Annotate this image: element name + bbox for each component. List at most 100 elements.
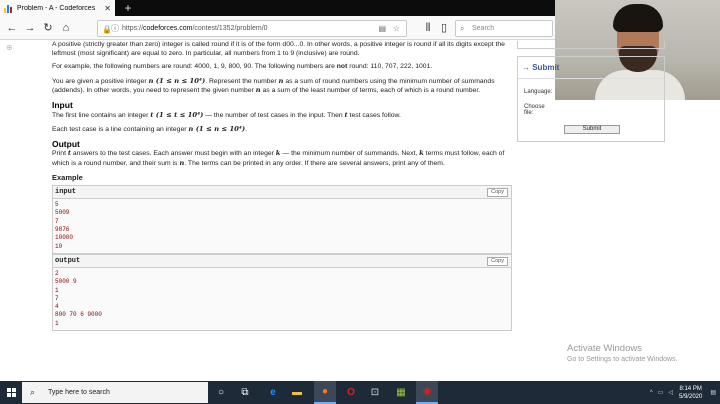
output-line: 5000 9 [55,278,77,286]
windows-start-icon[interactable] [0,381,22,404]
info-icon[interactable]: ⓘ [111,21,119,36]
input-paragraph-1: The first line contains an integer t (1 … [52,111,512,121]
text: . [245,126,247,134]
store-icon[interactable]: ⊡ [364,381,386,404]
math: n (1 ≤ n ≤ 10⁴) [188,125,246,134]
windows-taskbar: ⌕ Type here to search ○ ⧉ e ▬ ● O ⊡ ▦ ◉ … [0,381,720,404]
notifications-icon[interactable]: ▤ [710,389,716,396]
navigation-bar: ← → ↻ ⌂ ⓘ 🔒 https://codeforces.com/conte… [0,16,555,40]
text: answers to the test cases. Each answer m… [71,150,276,158]
taskbar-search-input[interactable]: ⌕ Type here to search [22,382,208,403]
home-icon[interactable]: ⌂ [58,20,74,36]
search-icon: ⌕ [30,387,36,397]
close-tab-icon[interactable]: ✕ [104,4,111,13]
clock-date: 5/9/2020 [678,393,703,400]
text: . The terms can be printed in any order.… [184,159,445,167]
url-domain: codeforces.com [143,25,193,32]
screen: Problem - A - Codeforces ✕ + ← → ↻ ⌂ ⓘ 🔒… [0,0,720,404]
sample-input-box: input Copy 5 5009 7 9876 10000 10 [52,185,512,254]
taskbar-search-text: Type here to search [48,389,110,396]
edge-icon[interactable]: e [262,381,284,404]
output-heading: Output [52,138,80,149]
forward-icon[interactable]: → [22,20,38,36]
url-prefix: https:// [122,25,144,32]
cortana-icon[interactable]: ○ [210,381,232,404]
file-explorer-icon[interactable]: ▬ [286,381,308,404]
bookmark-star-icon[interactable]: ☆ [393,21,400,36]
system-tray: ^ ▭ ◁ 8:14 PM 5/9/2020 ▤ [650,381,720,404]
example-heading: Example [52,172,83,182]
library-icon[interactable]: ⫴ [420,20,436,36]
search-placeholder: Search [472,25,495,32]
new-tab-icon[interactable]: + [120,0,136,16]
browser-search-input[interactable]: ⌕ Search [455,20,553,37]
watermark-title: Activate Windows [567,343,642,354]
output-paragraph: Print t answers to the test cases. Each … [52,149,512,168]
input-line: 9876 [55,226,70,234]
network-icon[interactable]: ▭ [658,389,664,396]
volume-icon[interactable]: ◁ [668,389,673,396]
text: Print [52,150,68,158]
sidebar-toggle-icon[interactable]: ▯ [436,20,452,36]
text: as a sum of the least number of terms, e… [260,87,481,95]
math: n (1 ≤ n ≤ 10⁴) [148,76,206,85]
output-line: 2 [55,269,59,277]
reload-icon[interactable]: ↻ [40,20,56,36]
url-path: /contest/1352/problem/0 [192,25,268,32]
output-line: 800 70 6 9000 [55,311,102,319]
text: — the minimum number of summands. Next, [280,150,420,158]
sample-input-label: input [55,188,77,197]
show-hidden-icons-icon[interactable]: ^ [650,390,653,396]
page-action-icon[interactable]: ⊕ [6,43,13,52]
text: test cases follow. [347,111,401,119]
sample-input-body: 5 5009 7 9876 10000 10 [53,199,511,253]
right-sidebar: → Submit Language: Choose file: Submit [517,41,665,142]
tab-title: Problem - A - Codeforces [17,4,96,12]
watermark-subtitle: Go to Settings to activate Windows. [567,356,678,363]
output-line: 1 [55,319,59,327]
clock[interactable]: 8:14 PM 5/9/2020 [679,385,702,401]
sample-output-body: 2 5000 9 1 7 4 800 70 6 9000 1 [53,267,511,330]
copy-input-button[interactable]: Copy [487,188,508,198]
choose-file-label: Choose file: [524,104,545,116]
output-line: 1 [55,286,59,294]
input-line: 7 [55,217,59,225]
language-label: Language: [524,89,553,95]
input-line: 5009 [55,209,70,217]
codeforces-favicon-icon [4,4,13,13]
sample-output-box: output Copy 2 5000 9 1 7 4 800 70 6 9000… [52,253,512,331]
opera-icon[interactable]: O [340,381,362,404]
reader-view-icon[interactable]: ▤ [378,21,386,36]
sample-input-header: input Copy [53,186,511,200]
text: round: 110, 707, 222, 1001. [347,63,433,71]
activate-windows-watermark: Activate Windows Go to Settings to activ… [567,343,678,363]
recorder-icon[interactable]: ◉ [416,381,438,404]
output-line: 7 [55,294,59,302]
copy-output-button[interactable]: Copy [487,256,508,266]
firefox-icon[interactable]: ● [314,381,336,404]
search-icon: ⌕ [460,24,465,33]
task-view-icon[interactable]: ⧉ [234,381,256,404]
lock-icon: 🔒 [102,25,112,34]
input-line: 5 [55,201,59,209]
problem-statement: A positive (strictly greater than zero) … [52,41,512,331]
text: The first line contains an integer [52,111,151,119]
clock-time: 8:14 PM [679,385,702,392]
submit-panel: → Submit Language: Choose file: Submit [517,56,665,142]
page-content: ⊕ A positive (strictly greater than zero… [0,41,720,381]
tab-strip: Problem - A - Codeforces ✕ + [0,0,555,16]
back-icon[interactable]: ← [4,20,20,36]
sample-output-header: output Copy [53,254,511,268]
input-heading: Input [52,99,73,110]
submit-button[interactable]: Submit [564,125,620,134]
tab-codeforces[interactable]: Problem - A - Codeforces ✕ [0,0,115,16]
address-bar[interactable]: ⓘ 🔒 https://codeforces.com/contest/1352/… [97,20,407,37]
sample-output-label: output [55,256,81,265]
math: t (1 ≤ t ≤ 10⁴) [150,110,204,119]
output-line: 4 [55,303,59,311]
app-icon[interactable]: ▦ [390,381,412,404]
statement-paragraph-1: A positive (strictly greater than zero) … [52,41,505,57]
emphasis-not: not [336,63,348,71]
input-line: 10 [55,242,63,250]
statement-paragraph-3: You are given a positive integer n (1 ≤ … [52,77,512,96]
